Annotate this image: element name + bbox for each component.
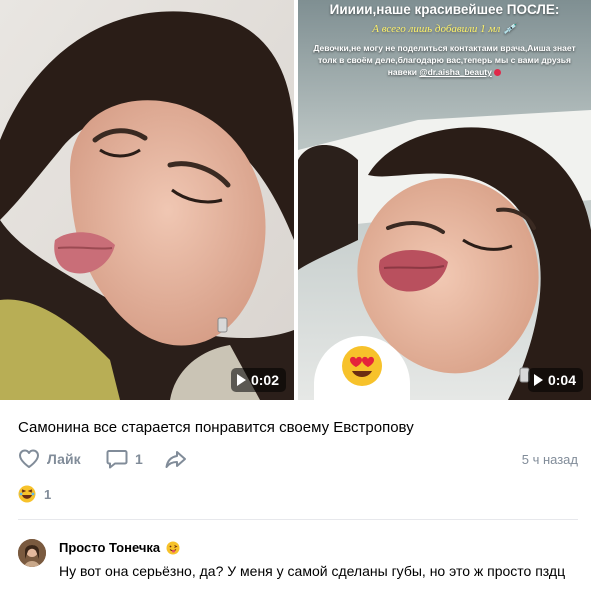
video-before[interactable]: 0:02 (0, 0, 294, 400)
reactions-count: 1 (44, 486, 52, 502)
story-overlay-handle: @dr.aisha_beauty (419, 67, 492, 77)
avatar-image (18, 539, 46, 567)
story-overlay-title: Иииии,наше красивейшее ПОСЛЕ: (329, 2, 560, 17)
comment-icon (106, 450, 128, 469)
post-caption: Самонина все старается понравится своему… (18, 419, 414, 436)
video-duration-badge: 0:04 (527, 368, 583, 392)
video-duration: 0:02 (250, 372, 279, 388)
comment-count: 1 (135, 451, 143, 467)
story-overlay-subtitle: А всего лишь добавили 1 мл 💉 (298, 22, 591, 35)
comment-text: Ну вот она серьёзно, да? У меня у самой … (59, 563, 566, 579)
video-after[interactable]: Иииии,наше красивейшее ПОСЛЕ: А всего ли… (298, 0, 591, 400)
comment-button[interactable]: 1 (106, 449, 143, 469)
reactions-summary[interactable]: 1 (18, 485, 51, 503)
video-thumbnail-before (0, 0, 294, 400)
video-duration: 0:04 (547, 372, 576, 388)
heart-outline-icon (19, 449, 39, 468)
heart-icon (494, 69, 502, 77)
media-grid: 0:02 Иииии,наше красивейшее ПОСЛЕ: А все… (0, 0, 591, 400)
post-actions: Лайк 1 5 ч назад (18, 449, 578, 471)
divider (18, 519, 578, 520)
share-icon (165, 451, 186, 468)
tongue-emoji-icon (166, 541, 180, 554)
share-button[interactable] (164, 449, 188, 469)
comment-author-name: Просто Тонечка (59, 540, 161, 555)
play-icon (236, 374, 246, 386)
play-icon (533, 374, 543, 386)
heart-eyes-emoji-icon (342, 346, 382, 386)
like-label: Лайк (47, 451, 81, 467)
post-time: 5 ч назад (521, 452, 578, 467)
avatar[interactable] (18, 539, 46, 567)
video-duration-badge: 0:02 (230, 368, 286, 392)
story-overlay-subtitle-text: А всего лишь добавили 1 мл (372, 23, 501, 35)
comment-author[interactable]: Просто Тонечка (59, 540, 180, 555)
syringe-icon: 💉 (503, 23, 517, 35)
laughing-emoji-icon (18, 485, 36, 503)
like-button[interactable]: Лайк (18, 449, 81, 469)
story-overlay-body: Девочки,не могу не поделиться контактами… (308, 42, 581, 78)
